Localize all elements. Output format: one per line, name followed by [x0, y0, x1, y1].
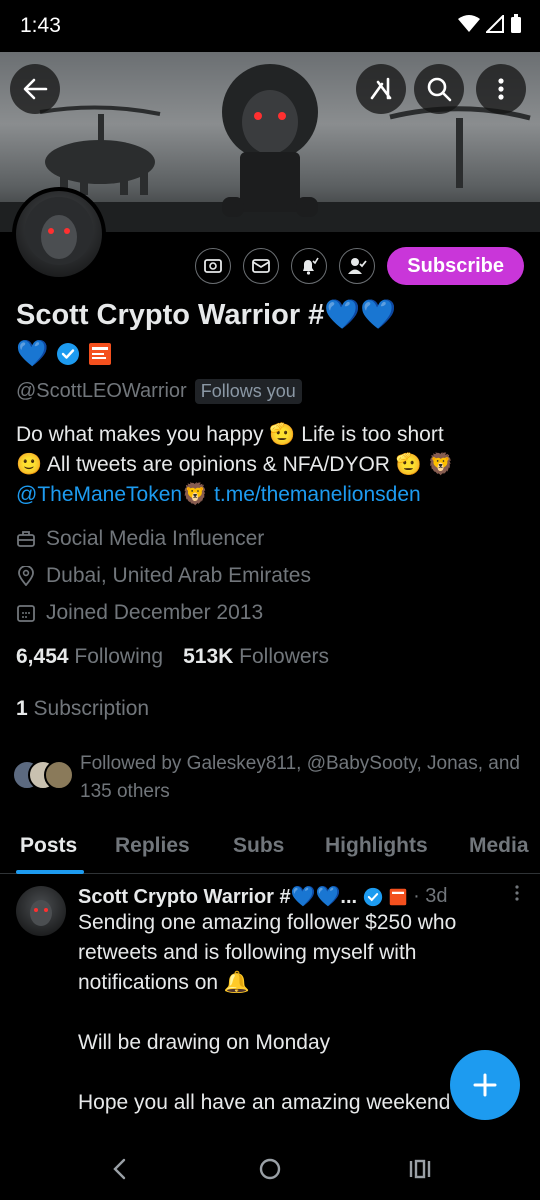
post-header: Scott Crypto Warrior #💙💙... · 3d	[78, 884, 448, 909]
subscriptions-link[interactable]: 1 Subscription	[16, 697, 149, 721]
profile-location: Dubai, United Arab Emirates	[46, 564, 311, 587]
affiliates-button[interactable]	[195, 248, 232, 284]
post-timestamp: · 3d	[413, 885, 448, 907]
tab-highlights[interactable]: Highlights	[325, 834, 428, 858]
post-avatar[interactable]	[16, 886, 66, 936]
category-row: Social Media Influencer	[16, 527, 264, 551]
profile-avatar[interactable]	[12, 187, 106, 281]
followers-link[interactable]: 513K Followers	[183, 645, 329, 669]
calendar-icon	[17, 605, 35, 622]
post-author[interactable]: Scott Crypto Warrior #💙💙...	[78, 884, 357, 909]
system-nav-bar	[0, 1140, 540, 1200]
affiliate-badge-icon	[389, 888, 407, 905]
more-options-button[interactable]	[476, 64, 526, 114]
search-button[interactable]	[414, 64, 464, 114]
home-circle-icon	[259, 1158, 281, 1180]
post-body: Sending one amazing follower $250 who re…	[78, 908, 518, 1148]
follows-you-badge: Follows you	[194, 379, 302, 404]
mention-suffix: 🦁	[182, 483, 215, 506]
notifications-button[interactable]	[291, 248, 328, 284]
nav-home-button[interactable]	[258, 1156, 282, 1187]
profile-tabs: Posts Replies Subs Highlights Media	[0, 826, 540, 874]
profile-name: Scott Crypto Warrior #💙💙	[16, 299, 397, 331]
followers-label: Followers	[239, 645, 330, 668]
chevron-left-icon	[113, 1158, 126, 1180]
more-vertical-icon	[498, 78, 504, 100]
profile-joined: Joined December 2013	[46, 601, 264, 624]
compose-post-button[interactable]	[450, 1050, 520, 1120]
followed-by-row[interactable]: Followed by Galeskey811, @BabySooty, Jon…	[12, 750, 520, 806]
bio-line-3: @TheManeToken🦁 t.me/themanelionsden	[16, 480, 524, 510]
tab-media[interactable]: Media	[469, 834, 529, 858]
nav-recents-button[interactable]	[408, 1156, 432, 1187]
plus-icon	[473, 1073, 497, 1097]
grok-button[interactable]	[356, 64, 406, 114]
followed-by-text: Followed by Galeskey811, @BabySooty, Jon…	[80, 753, 520, 802]
lion-avatar-image	[30, 900, 52, 926]
back-button[interactable]	[10, 64, 60, 114]
back-arrow-icon	[23, 78, 48, 100]
more-vertical-icon	[515, 885, 519, 901]
subscribe-button[interactable]: Subscribe	[387, 247, 524, 285]
profile-name-line2: 💙	[16, 338, 112, 369]
profile-action-row: Subscribe	[195, 247, 524, 285]
status-icons	[458, 14, 522, 34]
post-text-1: Sending one amazing follower $250 who re…	[78, 911, 457, 994]
follower-avatar	[44, 760, 74, 790]
joined-row: Joined December 2013	[16, 601, 263, 625]
recents-icon	[409, 1159, 431, 1179]
following-link[interactable]: 6,454 Following	[16, 645, 163, 669]
subscription-label: Subscription	[33, 697, 150, 720]
mail-icon	[252, 259, 271, 273]
following-count: 6,454	[16, 645, 69, 668]
profile-handle: @ScottLEOWarrior	[16, 380, 187, 402]
followed-by-avatars	[12, 760, 74, 790]
grok-icon	[370, 77, 392, 100]
subscription-count: 1	[16, 697, 28, 720]
status-time: 1:43	[20, 14, 61, 37]
bio-line-1: Do what makes you happy 🫡 Life is too sh…	[16, 423, 444, 446]
nav-back-button[interactable]	[110, 1156, 130, 1187]
mention-link[interactable]: @TheManeToken	[16, 483, 182, 506]
active-tab-indicator	[16, 870, 84, 874]
telegram-link[interactable]: t.me/themanelionsden	[214, 483, 421, 506]
location-pin-icon	[18, 566, 34, 586]
tab-replies[interactable]: Replies	[115, 834, 190, 858]
briefcase-icon	[17, 531, 35, 547]
person-check-icon	[348, 258, 367, 274]
status-bar: 1:43	[0, 0, 540, 52]
post-more-button[interactable]	[514, 884, 520, 908]
following-label: Following	[74, 645, 164, 668]
search-icon	[427, 77, 452, 102]
tab-subs[interactable]: Subs	[233, 834, 284, 858]
lion-avatar-image	[25, 197, 93, 265]
tab-posts[interactable]: Posts	[20, 834, 77, 858]
cell-signal-icon	[486, 15, 504, 33]
bell-check-icon	[303, 257, 319, 275]
bio-line-2: 🙂 All tweets are opinions & NFA/DYOR 🫡 🦁	[16, 453, 454, 476]
verified-badge-icon[interactable]	[56, 342, 80, 366]
message-button[interactable]	[243, 248, 280, 284]
location-row: Dubai, United Arab Emirates	[16, 564, 311, 588]
handle-row: @ScottLEOWarrior Follows you	[16, 379, 302, 404]
wifi-icon	[458, 15, 480, 32]
money-card-icon	[204, 259, 223, 273]
profile-bio: Do what makes you happy 🫡 Life is too sh…	[16, 420, 524, 510]
following-button[interactable]	[339, 248, 376, 284]
affiliate-badge-icon[interactable]	[88, 342, 112, 366]
post-text-2: Will be drawing on Monday	[78, 1031, 331, 1054]
verified-badge-icon	[363, 887, 383, 906]
profile-category: Social Media Influencer	[46, 527, 265, 550]
followers-count: 513K	[183, 645, 234, 668]
profile-name-emoji: 💙	[16, 338, 49, 368]
battery-icon	[511, 14, 521, 33]
follow-counts: 6,454 Following 513K Followers	[16, 645, 329, 669]
